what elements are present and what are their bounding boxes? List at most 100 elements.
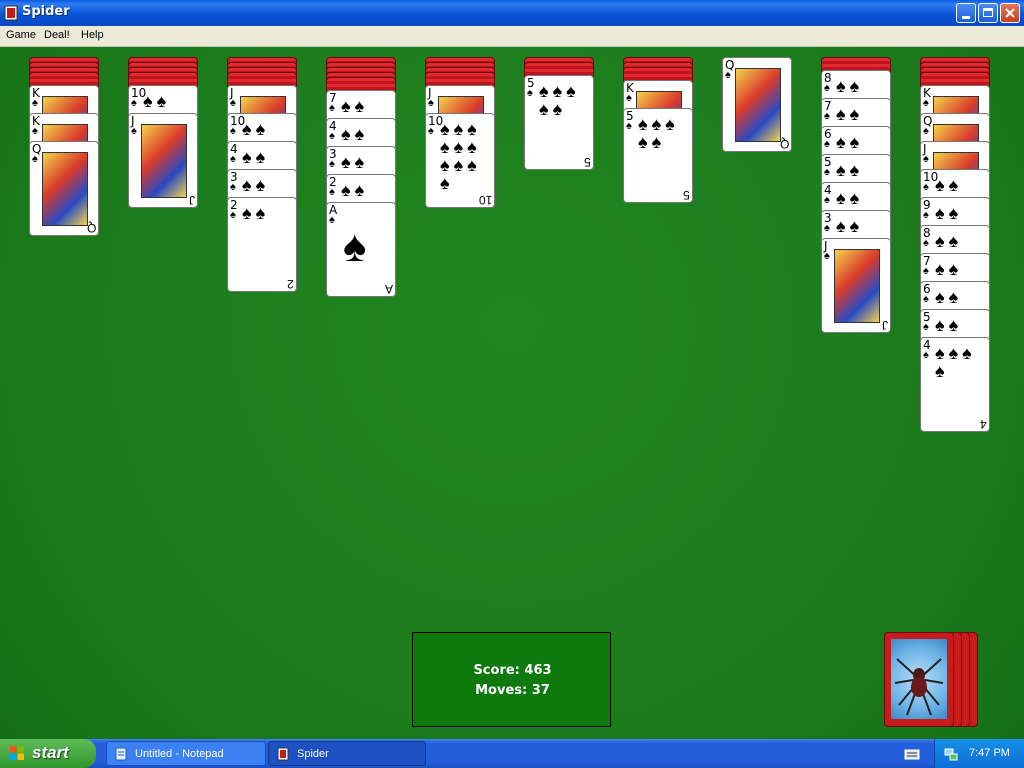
spade-icon: ♠ bbox=[329, 186, 335, 198]
spade-icon: ♠ bbox=[923, 125, 929, 137]
card-rank: A bbox=[384, 282, 393, 296]
score-label: Score: bbox=[473, 663, 520, 678]
menu-deal[interactable]: Deal! bbox=[44, 29, 70, 41]
spade-icon: ♠ bbox=[923, 97, 929, 109]
spade-icon: ♠ bbox=[923, 265, 929, 277]
spade-icon: ♠♠ bbox=[836, 104, 864, 124]
spade-icon: ♠♠ bbox=[242, 203, 270, 223]
spade-icon: ♠♠ bbox=[935, 315, 963, 335]
task-label: Spider bbox=[297, 748, 329, 760]
stock-card[interactable] bbox=[884, 632, 954, 727]
playing-card[interactable]: 4 ♠ ♠♠♠♠ 4 bbox=[920, 337, 990, 432]
title-bar[interactable]: Spider bbox=[0, 0, 1024, 26]
spade-icon: ♠ bbox=[32, 97, 38, 109]
spider-icon bbox=[891, 639, 947, 719]
maximize-button[interactable] bbox=[978, 3, 998, 23]
clock: 7:47 PM bbox=[969, 747, 1010, 759]
spade-icon: ♠ bbox=[923, 181, 929, 193]
spade-icon: ♠ bbox=[824, 166, 830, 178]
court-card-figure bbox=[141, 124, 187, 198]
spade-icon: ♠♠ bbox=[935, 287, 963, 307]
spade-icon: ♠ bbox=[824, 82, 830, 94]
keyboard-icon[interactable] bbox=[904, 747, 920, 761]
spade-icon: ♠ bbox=[923, 349, 929, 361]
notepad-icon bbox=[115, 747, 127, 761]
card-rank: Q bbox=[779, 137, 789, 151]
spade-icon: ♠ bbox=[527, 87, 533, 99]
task-notepad[interactable]: Untitled - Notepad bbox=[106, 741, 266, 766]
playing-card[interactable]: Q ♠ Q bbox=[722, 57, 792, 152]
start-button[interactable]: start bbox=[0, 739, 96, 768]
court-card-figure bbox=[834, 249, 880, 323]
spade-icon: ♠ bbox=[329, 102, 335, 114]
card-rank: J bbox=[189, 193, 195, 207]
playing-card[interactable]: Q ♠ Q bbox=[29, 141, 99, 236]
moves-label: Moves: bbox=[475, 683, 528, 698]
taskbar: start Untitled - Notepad Spider 7:47 PM bbox=[0, 739, 1024, 768]
spade-icon: ♠ bbox=[626, 92, 632, 104]
spade-icon: ♠ bbox=[131, 125, 137, 137]
system-tray: 7:47 PM bbox=[934, 739, 1024, 768]
spade-icon: ♠♠ bbox=[341, 152, 369, 172]
menu-game[interactable]: Game bbox=[6, 29, 36, 41]
playing-card[interactable]: J ♠ J bbox=[821, 238, 891, 333]
spade-icon: ♠♠ bbox=[242, 175, 270, 195]
spade-icon: ♠ bbox=[824, 222, 830, 234]
start-label: start bbox=[32, 743, 69, 762]
score-value: 463 bbox=[524, 663, 552, 678]
card-rank: Q bbox=[86, 221, 96, 235]
playing-card[interactable]: 5 ♠ ♠♠♠♠♠ 5 bbox=[524, 75, 594, 170]
spade-icon: ♠♠ bbox=[935, 259, 963, 279]
spade-icon: ♠♠ bbox=[242, 147, 270, 167]
spade-icon: ♠♠ bbox=[836, 216, 864, 236]
playing-card[interactable]: J ♠ J bbox=[128, 113, 198, 208]
spade-icon: ♠♠ bbox=[935, 203, 963, 223]
spade-icon: ♠♠ bbox=[836, 188, 864, 208]
spade-icon: ♠♠ bbox=[935, 231, 963, 251]
task-spider[interactable]: Spider bbox=[268, 741, 426, 766]
spade-icon: ♠ bbox=[923, 237, 929, 249]
spade-icon: ♠ bbox=[230, 209, 236, 221]
spade-icon: ♠♠♠♠♠ bbox=[539, 81, 580, 119]
playing-card[interactable]: A ♠ ♠ A bbox=[326, 202, 396, 297]
spade-icon: ♠ bbox=[230, 125, 236, 137]
spade-icon: ♠♠ bbox=[341, 124, 369, 144]
spade-icon: ♠ bbox=[626, 120, 632, 132]
spade-icon: ♠ bbox=[131, 97, 137, 109]
menu-bar: Game Deal! Help bbox=[0, 26, 1024, 47]
card-rank: 5 bbox=[683, 188, 690, 202]
spade-icon: ♠ bbox=[329, 158, 335, 170]
spade-icon: ♠ bbox=[824, 194, 830, 206]
moves-value: 37 bbox=[531, 683, 550, 698]
minimize-button[interactable] bbox=[956, 3, 976, 23]
court-card-figure bbox=[42, 152, 88, 226]
spade-icon: ♠ bbox=[824, 110, 830, 122]
spade-icon: ♠♠ bbox=[341, 180, 369, 200]
spade-icon: ♠ bbox=[923, 293, 929, 305]
close-icon bbox=[1005, 8, 1015, 18]
playing-card[interactable]: 2 ♠ ♠♠ 2 bbox=[227, 197, 297, 292]
spade-icon: ♠ bbox=[343, 222, 367, 271]
court-card-figure bbox=[735, 68, 781, 142]
spade-icon: ♠♠ bbox=[935, 175, 963, 195]
playing-card[interactable]: 5 ♠ ♠♠♠♠♠ 5 bbox=[623, 108, 693, 203]
spade-icon: ♠ bbox=[824, 138, 830, 150]
spade-icon: ♠ bbox=[923, 321, 929, 333]
spade-icon: ♠♠ bbox=[836, 160, 864, 180]
spade-icon: ♠♠♠♠ bbox=[935, 343, 976, 381]
spade-icon: ♠ bbox=[230, 153, 236, 165]
score-panel: Score: 463 Moves: 37 bbox=[412, 632, 611, 727]
spade-icon: ♠♠♠♠♠ bbox=[638, 114, 679, 152]
spade-icon: ♠ bbox=[428, 125, 434, 137]
close-button[interactable] bbox=[1000, 3, 1020, 23]
game-table: Score: 463 Moves: 37 K ♠ K ♠ Q ♠ Q 10 ♠ ♠♠ J ♠ J J ♠ 10… bbox=[0, 47, 1024, 739]
window-title: Spider bbox=[22, 4, 70, 19]
task-label: Untitled - Notepad bbox=[135, 748, 224, 760]
spade-icon: ♠♠ bbox=[143, 91, 171, 111]
card-rank: 5 bbox=[584, 155, 591, 169]
spade-icon: ♠ bbox=[329, 214, 335, 226]
playing-card[interactable]: 10 ♠ ♠♠♠♠♠♠♠♠♠♠ 10 bbox=[425, 113, 495, 208]
spade-icon: ♠ bbox=[923, 209, 929, 221]
menu-help[interactable]: Help bbox=[81, 29, 104, 41]
network-icon[interactable] bbox=[943, 746, 959, 762]
